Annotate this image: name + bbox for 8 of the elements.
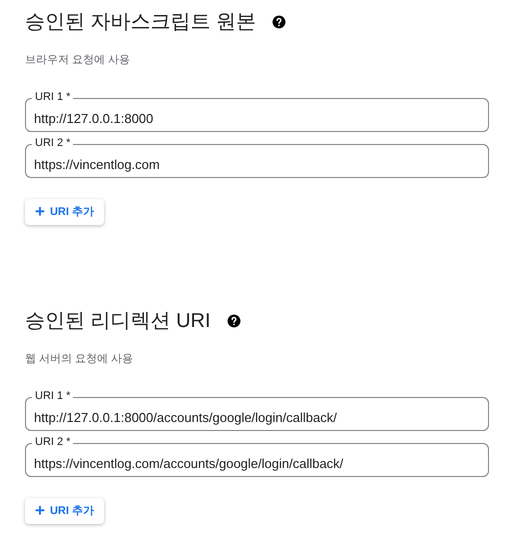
help-icon[interactable] — [272, 15, 286, 29]
section-title: 승인된 리디렉션 URI — [25, 309, 211, 334]
section-subtitle: 브라우저 요청에 사용 — [25, 53, 132, 68]
add-uri-button[interactable]: + URI 추가 — [25, 498, 104, 524]
section-title: 승인된 자바스크립트 원본 — [25, 10, 256, 35]
help-icon[interactable] — [226, 314, 241, 328]
section-subtitle: 웹 서버의 요청에 사용 — [25, 352, 134, 367]
add-uri-button[interactable]: + URI 추가 — [25, 199, 104, 225]
